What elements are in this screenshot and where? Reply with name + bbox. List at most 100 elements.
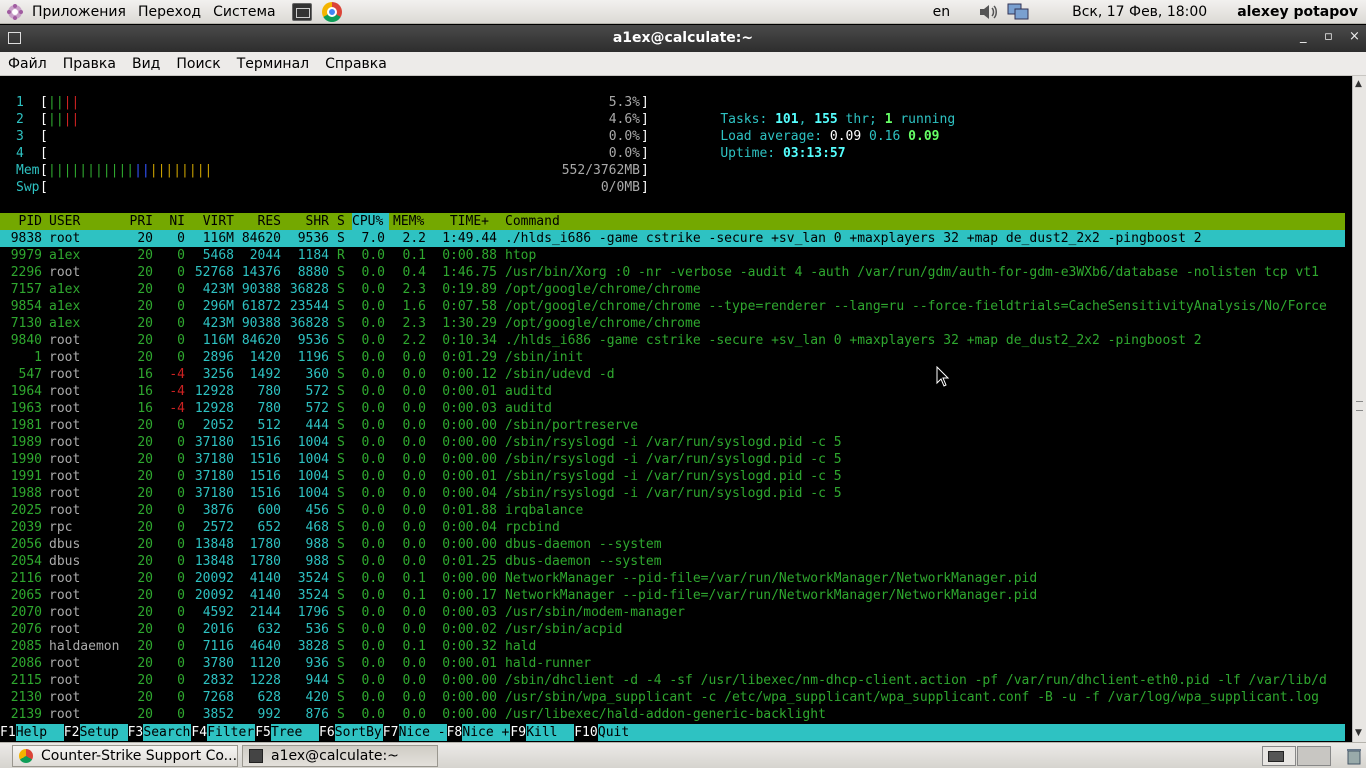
process-row[interactable]: 1990 root 20 0 37180 1516 1004 S 0.0 0.0 0:00.00/s…	[0, 451, 1352, 468]
col-cpu[interactable]: CPU%	[352, 213, 389, 230]
fkey-label-f3[interactable]: Search	[143, 724, 192, 741]
process-row[interactable]: 1981 root 20 0 2052 512 444 S 0.0 0.0 0:00.00/sbin…	[0, 417, 1352, 434]
process-row[interactable]: 1988 root 20 0 37180 1516 1004 S 0.0 0.0 0:00.04/s…	[0, 485, 1352, 502]
terminal-launcher-icon[interactable]	[291, 2, 312, 21]
fkey-label-f10[interactable]: Quit	[597, 724, 1345, 741]
gnome-foot-icon[interactable]	[6, 3, 24, 21]
terminal-scrollbar[interactable]: ▲ ▼	[1352, 76, 1366, 742]
workspace-2[interactable]	[1297, 746, 1331, 766]
process-row[interactable]: 2039 rpc 20 0 2572 652 468 S 0.0 0.0 0:00.04 rpcbin…	[0, 519, 1352, 536]
col-command[interactable]: Command	[505, 213, 560, 230]
menu-search[interactable]: Поиск	[176, 56, 220, 72]
process-row[interactable]: 2139 root 20 0 3852 992 876 S 0.0 0.0 0:00.00/usr/…	[0, 706, 1352, 723]
process-row[interactable]: 2056 dbus 20 0 13848 1780 988 S 0.0 0.0 0:00.00 dbu…	[0, 536, 1352, 553]
col-state[interactable]: S	[337, 213, 345, 230]
minimize-button[interactable]: _	[1300, 29, 1307, 44]
col-pri[interactable]: PRI	[120, 213, 153, 230]
process-row[interactable]: 2116 root 20 0 20092 4140 3524 S 0.0 0.1 0:00.00 Ne…	[0, 570, 1352, 587]
network-icon[interactable]	[1006, 2, 1030, 22]
cell-mem: 0.0	[402, 520, 426, 535]
fkey-label-f9[interactable]: Kill	[526, 724, 575, 741]
fkey-f2[interactable]: F2	[63, 724, 80, 741]
menu-system[interactable]: Система	[213, 4, 275, 20]
col-virt[interactable]: VIRT	[190, 213, 234, 230]
cell-mem: 0.0	[402, 350, 426, 365]
fkey-label-f5[interactable]: Tree	[271, 724, 319, 741]
fkey-f4[interactable]: F4	[191, 724, 208, 741]
fkey-f1[interactable]: F1	[0, 724, 16, 741]
process-row[interactable]: 547 root 16 -4 3256 1492 360 S 0.0 0.0 0:00.12/sbi…	[0, 366, 1352, 383]
col-time[interactable]: TIME+	[430, 213, 489, 230]
col-mem[interactable]: MEM%	[393, 213, 424, 230]
function-key-bar: F1 Help F2 Setup F3 Search F4 Filter F5 Tree F6…	[0, 724, 1352, 741]
process-table-header[interactable]: PID USER PRI NI VIRT RES SHR S CPU% MEM%…	[0, 213, 1345, 230]
scroll-up-icon[interactable]: ▲	[1355, 79, 1362, 89]
task-terminal[interactable]: a1ex@calculate:~	[242, 745, 438, 767]
menu-view[interactable]: Вид	[132, 56, 160, 72]
process-row[interactable]: 2130 root 20 0 7268 628 420 S 0.0 0.0 0:00.00/usr/…	[0, 689, 1352, 706]
fkey-label-f8[interactable]: Nice +	[462, 724, 511, 741]
cell-user: root	[49, 571, 81, 586]
close-button[interactable]: ×	[1349, 29, 1360, 44]
fkey-f3[interactable]: F3	[127, 724, 144, 741]
col-user[interactable]: USER	[49, 213, 80, 230]
volume-icon[interactable]	[978, 3, 1000, 21]
fkey-label-f7[interactable]: Nice -	[398, 724, 447, 741]
fkey-f5[interactable]: F5	[255, 724, 271, 741]
process-row[interactable]: 2025 root 20 0 3876 600 456 S 0.0 0.0 0:01.88 irqba…	[0, 502, 1352, 519]
process-row[interactable]: 7130 a1ex 20 0 423M 90388 36828 S 0.0 2.3 1:30.29 /…	[0, 315, 1352, 332]
col-pid[interactable]: PID	[0, 213, 42, 230]
process-row[interactable]: 1 root 20 0 2896 1420 1196 S 0.0 0.0 0:01.29/sbin/…	[0, 349, 1352, 366]
fkey-f7[interactable]: F7	[382, 724, 399, 741]
process-row[interactable]: 1991 root 20 0 37180 1516 1004 S 0.0 0.0 0:00.01/s…	[0, 468, 1352, 485]
workspace-1[interactable]	[1262, 746, 1296, 766]
window-titlebar[interactable]: a1ex@calculate:~ _ ▫ ×	[0, 25, 1366, 52]
process-row[interactable]: 9838 root 20 0 116M 84620 9536 S 7.0 2.2 1:49.44 ./…	[0, 230, 1345, 247]
process-row[interactable]: 1989 root 20 0 37180 1516 1004 S 0.0 0.0 0:00.00/s…	[0, 434, 1352, 451]
menu-file[interactable]: Файл	[8, 56, 47, 72]
process-row[interactable]: 9840 root 20 0 116M 84620 9536 S 0.0 2.2 0:10.34 ./…	[0, 332, 1352, 349]
fkey-f8[interactable]: F8	[446, 724, 463, 741]
menu-applications[interactable]: Приложения	[32, 4, 126, 20]
keyboard-layout[interactable]: en	[933, 4, 951, 20]
cell-time: 0:00.00	[442, 537, 497, 552]
menu-places[interactable]: Переход	[138, 4, 201, 20]
col-res[interactable]: RES	[236, 213, 281, 230]
chrome-launcher-icon[interactable]	[321, 1, 342, 22]
col-ni[interactable]: NI	[160, 213, 185, 230]
process-row[interactable]: 2115 root 20 0 2832 1228 944 S 0.0 0.0 0:00.00/sbi…	[0, 672, 1352, 689]
user-name[interactable]: alexey potapov	[1237, 4, 1358, 20]
process-row[interactable]: 7157 a1ex 20 0 423M 90388 36828 S 0.0 2.3 0:19.89 /…	[0, 281, 1352, 298]
menu-help[interactable]: Справка	[325, 56, 387, 72]
terminal-area[interactable]: 1 [ |||| 5.3% ] 2 [ |||| 4.6% ] 3 [ 0.0%…	[0, 76, 1352, 742]
cell-cpu: 0.0	[361, 350, 385, 365]
fkey-label-f1[interactable]: Help	[15, 724, 64, 741]
scroll-down-icon[interactable]: ▼	[1355, 728, 1362, 738]
task-chrome[interactable]: Counter-Strike Support Co...	[12, 745, 238, 767]
fkey-f9[interactable]: F9	[510, 724, 527, 741]
process-row[interactable]: 9979 a1ex 20 0 5468 2044 1184 R 0.0 0.1 0:00.88 hto…	[0, 247, 1352, 264]
fkey-label-f6[interactable]: SortBy	[334, 724, 383, 741]
menu-terminal[interactable]: Терминал	[237, 56, 309, 72]
process-row[interactable]: 2065 root 20 0 20092 4140 3524 S 0.0 0.1 0:00.17 Ne…	[0, 587, 1352, 604]
process-row[interactable]: 2070 root 20 0 4592 2144 1796 S 0.0 0.0 0:00.03/us…	[0, 604, 1352, 621]
fkey-f10[interactable]: F10	[574, 724, 598, 741]
process-row[interactable]: 1963 root 16 -4 12928 780 572 S 0.0 0.0 0:00.03 aud…	[0, 400, 1352, 417]
col-shr[interactable]: SHR	[283, 213, 329, 230]
process-row[interactable]: 2054 dbus 20 0 13848 1780 988 S 0.0 0.0 0:01.25 dbu…	[0, 553, 1352, 570]
maximize-button[interactable]: ▫	[1324, 29, 1333, 44]
cell-shr: 3524	[297, 571, 329, 586]
fkey-label-f4[interactable]: Filter	[207, 724, 256, 741]
menu-edit[interactable]: Правка	[63, 56, 116, 72]
process-row[interactable]: 2076 root 20 0 2016 632 536 S 0.0 0.0 0:00.02/usr/…	[0, 621, 1352, 638]
scrollbar-grip[interactable]	[1356, 401, 1363, 411]
trash-icon[interactable]	[1344, 746, 1364, 766]
process-row[interactable]: 9854 a1ex 20 0 296M 61872 23544 S 0.0 1.6 0:07.58 /…	[0, 298, 1352, 315]
process-row[interactable]: 2296 root 20 0 52768 14376 8880 S 0.0 0.4 1:46.75 /…	[0, 264, 1352, 281]
process-row[interactable]: 2085 haldaemon 20 0 7116 4640 3828 S 0.0 0.1 0:00.…	[0, 638, 1352, 655]
process-row[interactable]: 1964 root 16 -4 12928 780 572 S 0.0 0.0 0:00.01 aud…	[0, 383, 1352, 400]
fkey-label-f2[interactable]: Setup	[79, 724, 128, 741]
process-row[interactable]: 2086 root 20 0 3780 1120 936 S 0.0 0.0 0:00.01 hald…	[0, 655, 1352, 672]
fkey-f6[interactable]: F6	[319, 724, 335, 741]
clock[interactable]: Вск, 17 Фев, 18:00	[1072, 4, 1207, 20]
